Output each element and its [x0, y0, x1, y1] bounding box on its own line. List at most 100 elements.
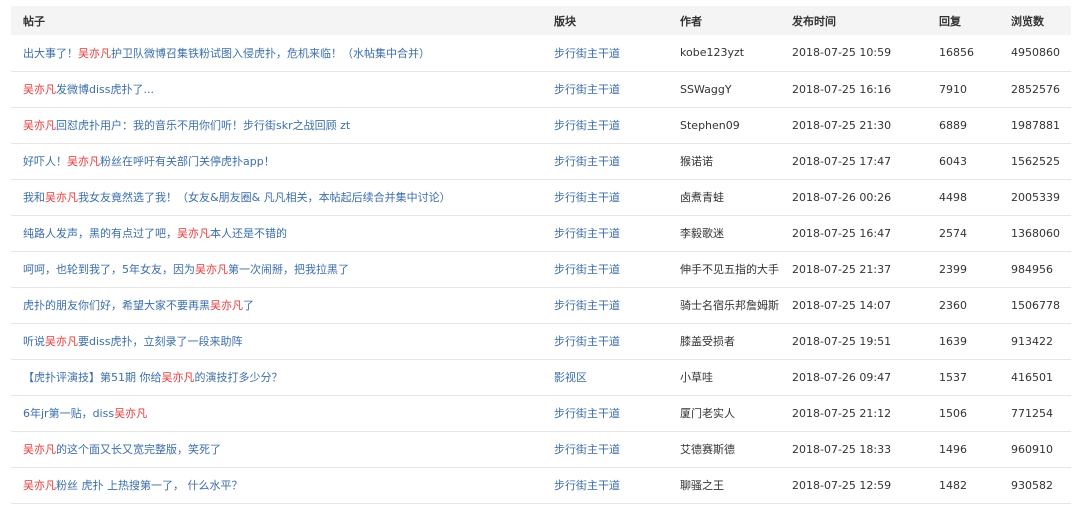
post-time: 2018-07-25 19:51 [792, 334, 892, 348]
table-row: 虎扑的朋友你们好，希望大家不要再黑吴亦凡了 步行街主干道 骑士名宿乐邦詹姆斯 2018… [11, 287, 1071, 323]
author-name[interactable]: 厦门老实人 [668, 395, 780, 431]
reply-count: 1482 [939, 478, 967, 492]
post-title-text: 的演技打多少分？ [194, 371, 283, 384]
author-name[interactable]: 聊骚之王 [668, 467, 780, 503]
reply-count: 2574 [939, 226, 967, 240]
post-time: 2018-07-26 00:26 [792, 190, 892, 204]
post-title-text: 虎扑的朋友你们好，希望大家不要再黑 [23, 299, 210, 312]
highlight-keyword: 吴亦凡 [161, 371, 195, 384]
post-title-link[interactable]: 我和吴亦凡我女友竟然选了我！（女友&朋友圈& 凡凡相关，本帖起后续合并集中讨论） [11, 179, 542, 215]
table-row: 吴亦凡发微博diss虎扑了... 步行街主干道 SSWaggY 2018-07-25 … [11, 71, 1071, 107]
post-title-link[interactable]: 【虎扑评演技】第51期 你给吴亦凡的演技打多少分？ [11, 359, 542, 395]
post-title-text: 本人还是不错的 [210, 227, 287, 240]
reply-count: 1639 [939, 334, 967, 348]
post-title-text: 出大事了！ [23, 46, 78, 60]
post-title-link[interactable]: 纯路人发声，黑的有点过了吧，吴亦凡本人还是不错的 [11, 215, 542, 251]
header-views: 浏览数 [1011, 14, 1044, 28]
post-ranking-table-container: 帖子 版块 作者 发布时间 回复 浏览数 出大事了！吴亦凡护卫队微博召集铁粉试图… [11, 6, 1071, 504]
post-title-link[interactable]: 呵呵，也轮到我了，5年女友，因为吴亦凡第一次闹掰，把我拉黑了 [11, 251, 542, 287]
forum-link[interactable]: 步行街主干道 [542, 395, 668, 431]
forum-link[interactable]: 步行街主干道 [542, 251, 668, 287]
forum-link[interactable]: 步行街主干道 [542, 287, 668, 323]
author-name[interactable]: SSWaggY [668, 71, 780, 107]
author-name[interactable]: 小草哇 [668, 359, 780, 395]
highlight-keyword: 吴亦凡 [114, 407, 148, 420]
reply-count: 16856 [939, 46, 974, 60]
forum-link[interactable]: 步行街主干道 [542, 71, 668, 107]
author-name[interactable]: 猴诺诺 [668, 143, 780, 179]
reply-count: 1506 [939, 406, 967, 420]
post-title-text: 第一次闹掰，把我拉黑了 [228, 263, 349, 276]
forum-link[interactable]: 步行街主干道 [542, 107, 668, 143]
author-name[interactable]: 艾德赛斯德 [668, 431, 780, 467]
highlight-keyword: 吴亦凡 [67, 155, 100, 168]
forum-link[interactable]: 步行街主干道 [542, 323, 668, 359]
reply-count: 6889 [939, 118, 967, 132]
post-title-link[interactable]: 好吓人！吴亦凡粉丝在呼吁有关部门关停虎扑app！ [11, 143, 542, 179]
view-count: 1506778 [1011, 298, 1060, 312]
view-count: 960910 [1011, 442, 1053, 456]
post-title-link[interactable]: 吴亦凡粉丝 虎扑 上热搜第一了， 什么水平？ [11, 467, 542, 503]
forum-link[interactable]: 步行街主干道 [542, 431, 668, 467]
post-title-link[interactable]: 吴亦凡回怼虎扑用户：我的音乐不用你们听！步行街skr之战回顾 zt [11, 107, 542, 143]
highlight-keyword: 吴亦凡 [23, 479, 56, 492]
reply-count: 2360 [939, 298, 967, 312]
author-name[interactable]: 伸手不见五指的大手 [668, 251, 780, 287]
post-time: 2018-07-25 18:33 [792, 442, 892, 456]
post-title-text: 纯路人发声，黑的有点过了吧， [23, 227, 177, 240]
post-title-text: 的这个面又长又宽完整版，笑死了 [56, 443, 221, 456]
reply-count: 2399 [939, 262, 967, 276]
post-title-text: 了 [243, 299, 254, 312]
table-body: 出大事了！吴亦凡护卫队微博召集铁粉试图入侵虎扑，危机来临！（水帖集中合并） 步行街… [11, 35, 1071, 503]
forum-link[interactable]: 步行街主干道 [542, 467, 668, 503]
view-count: 2852576 [1011, 82, 1060, 96]
view-count: 1987881 [1011, 118, 1060, 132]
highlight-keyword: 吴亦凡 [45, 335, 78, 348]
post-title-text: 我女友竟然选了我！（女友&朋友圈& 凡凡相关，本帖起后续合并集中讨论） [78, 191, 451, 204]
table-row: 吴亦凡回怼虎扑用户：我的音乐不用你们听！步行街skr之战回顾 zt 步行街主干道 S… [11, 107, 1071, 143]
table-row: 纯路人发声，黑的有点过了吧，吴亦凡本人还是不错的 步行街主干道 李毅歌迷 2018-0… [11, 215, 1071, 251]
table-header-row: 帖子 版块 作者 发布时间 回复 浏览数 [11, 6, 1071, 35]
highlight-keyword: 吴亦凡 [210, 299, 243, 312]
table-row: 好吓人！吴亦凡粉丝在呼吁有关部门关停虎扑app！ 步行街主干道 猴诺诺 2018-07… [11, 143, 1071, 179]
post-time: 2018-07-25 21:37 [792, 262, 892, 276]
highlight-keyword: 吴亦凡 [45, 191, 78, 204]
post-title-link[interactable]: 出大事了！吴亦凡护卫队微博召集铁粉试图入侵虎扑，危机来临！（水帖集中合并） [11, 35, 542, 71]
post-title-link[interactable]: 6年jr第一贴，diss吴亦凡 [11, 395, 542, 431]
view-count: 913422 [1011, 334, 1053, 348]
post-title-link[interactable]: 听说吴亦凡要diss虎扑，立刻录了一段来助阵 [11, 323, 542, 359]
highlight-keyword: 吴亦凡 [23, 83, 56, 96]
post-title-link[interactable]: 虎扑的朋友你们好，希望大家不要再黑吴亦凡了 [11, 287, 542, 323]
post-time: 2018-07-25 14:07 [792, 298, 892, 312]
post-ranking-table: 帖子 版块 作者 发布时间 回复 浏览数 出大事了！吴亦凡护卫队微博召集铁粉试图… [11, 6, 1071, 504]
table-row: 出大事了！吴亦凡护卫队微博召集铁粉试图入侵虎扑，危机来临！（水帖集中合并） 步行街… [11, 35, 1071, 71]
forum-link[interactable]: 步行街主干道 [542, 215, 668, 251]
post-time: 2018-07-26 09:47 [792, 370, 892, 384]
post-title-text: 我和 [23, 191, 45, 204]
author-name[interactable]: 膝盖受损者 [668, 323, 780, 359]
forum-link[interactable]: 步行街主干道 [542, 35, 668, 71]
header-post: 帖子 [23, 14, 45, 28]
author-name[interactable]: kobe123yzt [668, 35, 780, 71]
post-title-text: 要diss虎扑，立刻录了一段来助阵 [78, 335, 243, 348]
author-name[interactable]: 李毅歌迷 [668, 215, 780, 251]
forum-link[interactable]: 步行街主干道 [542, 143, 668, 179]
view-count: 416501 [1011, 370, 1053, 384]
view-count: 1368060 [1011, 226, 1060, 240]
reply-count: 6043 [939, 154, 967, 168]
post-title-text: 呵呵，也轮到我了，5年女友，因为 [23, 263, 195, 276]
author-name[interactable]: 骑士名宿乐邦詹姆斯 [668, 287, 780, 323]
post-title-link[interactable]: 吴亦凡的这个面又长又宽完整版，笑死了 [11, 431, 542, 467]
forum-link[interactable]: 步行街主干道 [542, 179, 668, 215]
post-title-link[interactable]: 吴亦凡发微博diss虎扑了... [11, 71, 542, 107]
post-title-text: 粉丝 虎扑 上热搜第一了， 什么水平？ [56, 479, 243, 492]
header-author: 作者 [680, 14, 702, 28]
forum-link[interactable]: 影视区 [542, 359, 668, 395]
table-row: 吴亦凡粉丝 虎扑 上热搜第一了， 什么水平？ 步行街主干道 聊骚之王 2018-07-… [11, 467, 1071, 503]
highlight-keyword: 吴亦凡 [177, 227, 210, 240]
post-title-text: 回怼虎扑用户：我的音乐不用你们听！步行街skr之战回顾 zt [56, 119, 351, 132]
author-name[interactable]: 卤煮青蛙 [668, 179, 780, 215]
post-time: 2018-07-25 12:59 [792, 478, 892, 492]
author-name[interactable]: Stephen09 [668, 107, 780, 143]
highlight-keyword: 吴亦凡 [195, 263, 228, 276]
